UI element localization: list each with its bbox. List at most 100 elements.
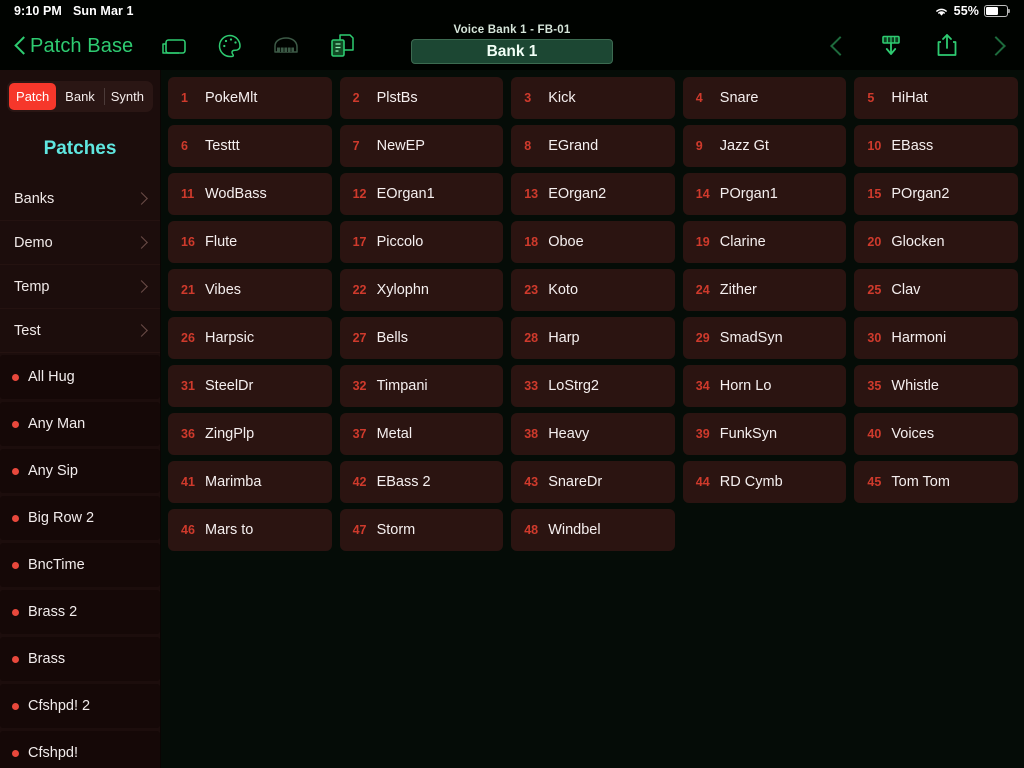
patch-cell-name: WodBass <box>205 186 267 202</box>
patch-cell[interactable]: 39 FunkSyn <box>682 413 847 455</box>
patch-cell[interactable]: 45 Tom Tom <box>854 461 1018 503</box>
patch-cell[interactable]: 8 EGrand <box>511 125 675 167</box>
segment-synth[interactable]: Synth <box>103 83 151 110</box>
list-item[interactable]: Cfshpd! <box>0 731 160 768</box>
patch-cell[interactable]: 20 Glocken <box>854 221 1018 263</box>
window-icon[interactable] <box>159 31 189 61</box>
list-item[interactable]: Big Row 2 <box>0 496 160 540</box>
status-dot-icon <box>12 467 19 475</box>
patch-cell[interactable]: 44 RD Cymb <box>682 461 847 503</box>
patch-cell[interactable]: 2 PlstBs <box>339 77 504 119</box>
list-item[interactable]: Cfshpd! 2 <box>0 684 160 728</box>
patch-cell[interactable]: 29 SmadSyn <box>682 317 847 359</box>
patch-cell[interactable]: 46 Mars to <box>168 509 332 551</box>
patch-cell[interactable]: 42 EBass 2 <box>339 461 504 503</box>
patch-cell[interactable]: 11 WodBass <box>168 173 332 215</box>
patch-cell[interactable]: 35 Whistle <box>854 365 1018 407</box>
sidebar-item-banks[interactable]: Banks <box>0 177 160 221</box>
patch-cell-name: POrgan1 <box>719 186 778 202</box>
patch-cell[interactable]: 13 EOrgan2 <box>511 173 675 215</box>
patch-cell-number: 39 <box>695 427 710 441</box>
patch-cell[interactable]: 43 SnareDr <box>511 461 675 503</box>
patch-cell-number: 10 <box>867 139 882 153</box>
patch-cell[interactable]: 9 Jazz Gt <box>682 125 847 167</box>
patch-cell-name: FunkSyn <box>719 426 778 442</box>
patch-cell[interactable]: 31 SteelDr <box>168 365 332 407</box>
patch-cell-name: RD Cymb <box>719 474 783 490</box>
list-item[interactable]: Brass <box>0 637 160 681</box>
patch-cell-number: 24 <box>695 283 710 297</box>
patch-cell[interactable]: 18 Oboe <box>511 221 675 263</box>
patch-cell[interactable]: 23 Koto <box>511 269 675 311</box>
patch-cell[interactable]: 15 POrgan2 <box>854 173 1018 215</box>
patch-cell-number: 34 <box>695 379 710 393</box>
segment-patch[interactable]: Patch <box>9 83 57 110</box>
patch-cell[interactable]: 7 NewEP <box>339 125 504 167</box>
patch-cell[interactable]: 19 Clarine <box>682 221 847 263</box>
patch-cell-name: Testtt <box>205 138 240 154</box>
chevron-left-nav-icon[interactable] <box>828 33 850 59</box>
patch-cell[interactable]: 21 Vibes <box>168 269 332 311</box>
sidebar-item-label: Temp <box>14 278 50 295</box>
patch-cell-name: EBass <box>891 138 934 154</box>
patch-cell-name: Vibes <box>205 282 242 298</box>
patch-cell[interactable]: 16 Flute <box>168 221 332 263</box>
patch-cell-number: 28 <box>524 331 539 345</box>
list-item[interactable]: All Hug <box>0 355 160 399</box>
segment-bank[interactable]: Bank <box>56 83 103 110</box>
share-icon[interactable] <box>932 31 962 61</box>
palette-icon[interactable] <box>215 31 245 61</box>
patch-cell[interactable]: 1 PokeMlt <box>168 77 332 119</box>
patch-cell[interactable]: 25 Clav <box>854 269 1018 311</box>
sidebar-item-test[interactable]: Test <box>0 309 160 353</box>
list-item[interactable]: BncTime <box>0 543 160 587</box>
patch-cell[interactable]: 14 POrgan1 <box>682 173 847 215</box>
list-item[interactable]: Any Sip <box>0 449 160 493</box>
patch-cell[interactable]: 28 Harp <box>511 317 675 359</box>
patch-cell[interactable]: 3 Kick <box>511 77 675 119</box>
patch-cell[interactable]: 5 HiHat <box>854 77 1018 119</box>
patch-cell[interactable]: 10 EBass <box>854 125 1018 167</box>
patch-cell-name: NewEP <box>376 138 425 154</box>
patch-cell[interactable]: 47 Storm <box>339 509 504 551</box>
patch-cell[interactable]: 32 Timpani <box>339 365 504 407</box>
patch-cell-number: 11 <box>181 187 195 201</box>
sidebar-nav-list: Banks Demo Temp Test <box>0 177 160 353</box>
patch-cell[interactable]: 24 Zither <box>682 269 847 311</box>
status-dot-icon <box>12 702 19 710</box>
patch-cell-name: Snare <box>719 90 759 106</box>
sidebar-item-temp[interactable]: Temp <box>0 265 160 309</box>
list-item-label: All Hug <box>28 369 75 385</box>
patch-cell-name: Jazz Gt <box>719 138 769 154</box>
list-item[interactable]: Any Man <box>0 402 160 446</box>
patch-cell[interactable]: 4 Snare <box>682 77 847 119</box>
patch-cell[interactable]: 37 Metal <box>339 413 504 455</box>
piano-icon[interactable] <box>271 31 301 61</box>
patch-cell-number: 23 <box>524 283 539 297</box>
sidebar-item-demo[interactable]: Demo <box>0 221 160 265</box>
patch-cell[interactable]: 48 Windbel <box>511 509 675 551</box>
download-icon[interactable] <box>876 31 906 61</box>
bank-selector-button[interactable]: Bank 1 <box>411 39 613 64</box>
patch-cell[interactable]: 12 EOrgan1 <box>339 173 504 215</box>
patch-cell[interactable]: 30 Harmoni <box>854 317 1018 359</box>
patch-cell-number: 19 <box>695 235 710 249</box>
patch-cell-name: Glocken <box>891 234 945 250</box>
patch-cell[interactable]: 36 ZingPlp <box>168 413 332 455</box>
patch-cell[interactable]: 6 Testtt <box>168 125 332 167</box>
patch-cell[interactable]: 33 LoStrg2 <box>511 365 675 407</box>
patch-cell[interactable]: 34 Horn Lo <box>682 365 847 407</box>
patch-cell[interactable]: 27 Bells <box>339 317 504 359</box>
list-item[interactable]: Brass 2 <box>0 590 160 634</box>
chevron-right-nav-icon[interactable] <box>988 33 1010 59</box>
patch-cell-number: 46 <box>181 523 195 537</box>
patch-cell[interactable]: 40 Voices <box>854 413 1018 455</box>
patch-cell[interactable]: 26 Harpsic <box>168 317 332 359</box>
patch-cell[interactable]: 38 Heavy <box>511 413 675 455</box>
back-button[interactable]: Patch Base <box>14 35 133 58</box>
patch-cell-number: 15 <box>867 187 882 201</box>
patch-cell[interactable]: 22 Xylophn <box>339 269 504 311</box>
patch-cell[interactable]: 41 Marimba <box>168 461 332 503</box>
chevron-right-icon <box>135 324 148 337</box>
patch-cell[interactable]: 17 Piccolo <box>339 221 504 263</box>
